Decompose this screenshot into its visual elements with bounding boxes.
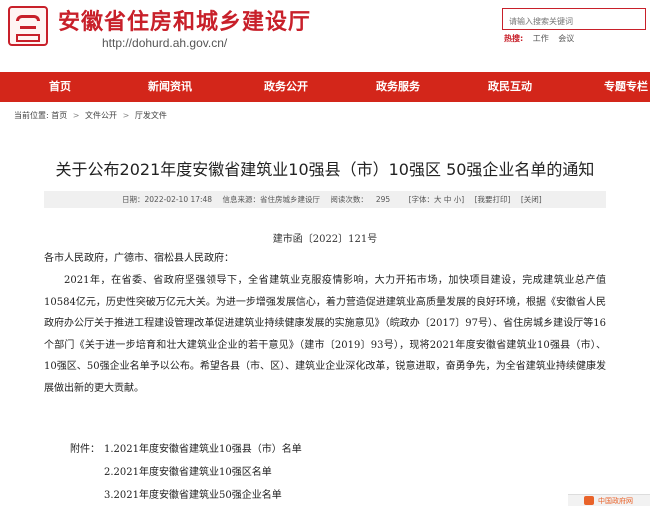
document-number: 建市函〔2022〕121号 xyxy=(272,234,378,245)
hot-search: 热搜: 工作 会议 xyxy=(504,33,581,44)
nav-item-news[interactable]: 新闻资讯 xyxy=(134,72,206,102)
attachments: 附件： 1.2021年度安徽省建筑业10强县（市）名单 2.2021年度安徽省建筑… xyxy=(70,438,302,506)
search-input[interactable] xyxy=(503,11,645,32)
breadcrumb-separator: > xyxy=(72,111,80,120)
print-button[interactable]: [我要打印] xyxy=(475,195,511,204)
breadcrumb-item[interactable]: 文件公开 xyxy=(85,111,117,120)
attachment-link[interactable]: 2.2021年度安徽省建筑业10强区名单 xyxy=(104,467,272,478)
gov-site-badge[interactable]: 中国政府网 xyxy=(568,494,650,506)
search-box[interactable] xyxy=(502,8,646,32)
nav-item-gov-open[interactable]: 政务公开 xyxy=(250,72,322,102)
gov-badge-text: 中国政府网 xyxy=(598,497,633,505)
article-date: 日期：2022-02-10 17:48 xyxy=(122,195,213,204)
nav-item-home[interactable]: 首页 xyxy=(28,72,92,102)
nav-item-interaction[interactable]: 政民互动 xyxy=(474,72,546,102)
attachment-link[interactable]: 3.2021年度安徽省建筑业50强企业名单 xyxy=(104,490,282,501)
article-views-label: 阅读次数： xyxy=(330,195,368,204)
article-views: 阅读次数： 295 xyxy=(330,195,398,204)
article-paragraph: 2021年，在省委、省政府坚强领导下，全省建筑业克服疫情影响，大力开拓市场，加快… xyxy=(44,275,606,394)
site-logo-icon[interactable] xyxy=(8,6,48,46)
article-meta-bar: 日期：2022-02-10 17:48 信息来源：省住房城乡建设厅 阅读次数： 2… xyxy=(44,191,606,208)
site-title[interactable]: 安徽省住房和城乡建设厅 xyxy=(58,4,311,36)
article-salutation: 各市人民政府，广德市、宿松县人民政府： xyxy=(44,253,234,264)
article-views-count: 295 xyxy=(375,195,391,204)
breadcrumb-item[interactable]: 首页 xyxy=(51,111,67,120)
font-size-control[interactable]: [字体：大 中 小] xyxy=(409,195,465,204)
article-source: 信息来源：省住房城乡建设厅 xyxy=(222,195,320,204)
hot-search-label: 热搜: xyxy=(504,34,524,43)
article-title: 关于公布2021年度安徽省建筑业10强县（市）10强区 50强企业名单的通知 xyxy=(55,160,595,179)
site-header: 安徽省住房和城乡建设厅 http://dohurd.ah.gov.cn/ 热搜:… xyxy=(0,0,650,72)
breadcrumb: 当前位置: 首页 > 文件公开 > 厅发文件 xyxy=(14,110,167,121)
main-nav: 首页 新闻资讯 政务公开 政务服务 政民互动 专题专栏 xyxy=(0,72,650,102)
breadcrumb-prefix: 当前位置: xyxy=(14,111,49,120)
attachments-label: 附件： xyxy=(70,444,100,455)
gov-badge-icon xyxy=(584,496,594,505)
hot-search-item[interactable]: 会议 xyxy=(558,34,574,43)
breadcrumb-separator: > xyxy=(122,111,130,120)
hot-search-item[interactable]: 工作 xyxy=(533,34,549,43)
close-button[interactable]: [关闭] xyxy=(521,195,542,204)
nav-item-topics[interactable]: 专题专栏 xyxy=(590,72,650,102)
attachment-link[interactable]: 1.2021年度安徽省建筑业10强县（市）名单 xyxy=(104,444,302,455)
site-url: http://dohurd.ah.gov.cn/ xyxy=(102,36,228,50)
nav-item-gov-service[interactable]: 政务服务 xyxy=(362,72,434,102)
breadcrumb-item[interactable]: 厅发文件 xyxy=(135,111,167,120)
